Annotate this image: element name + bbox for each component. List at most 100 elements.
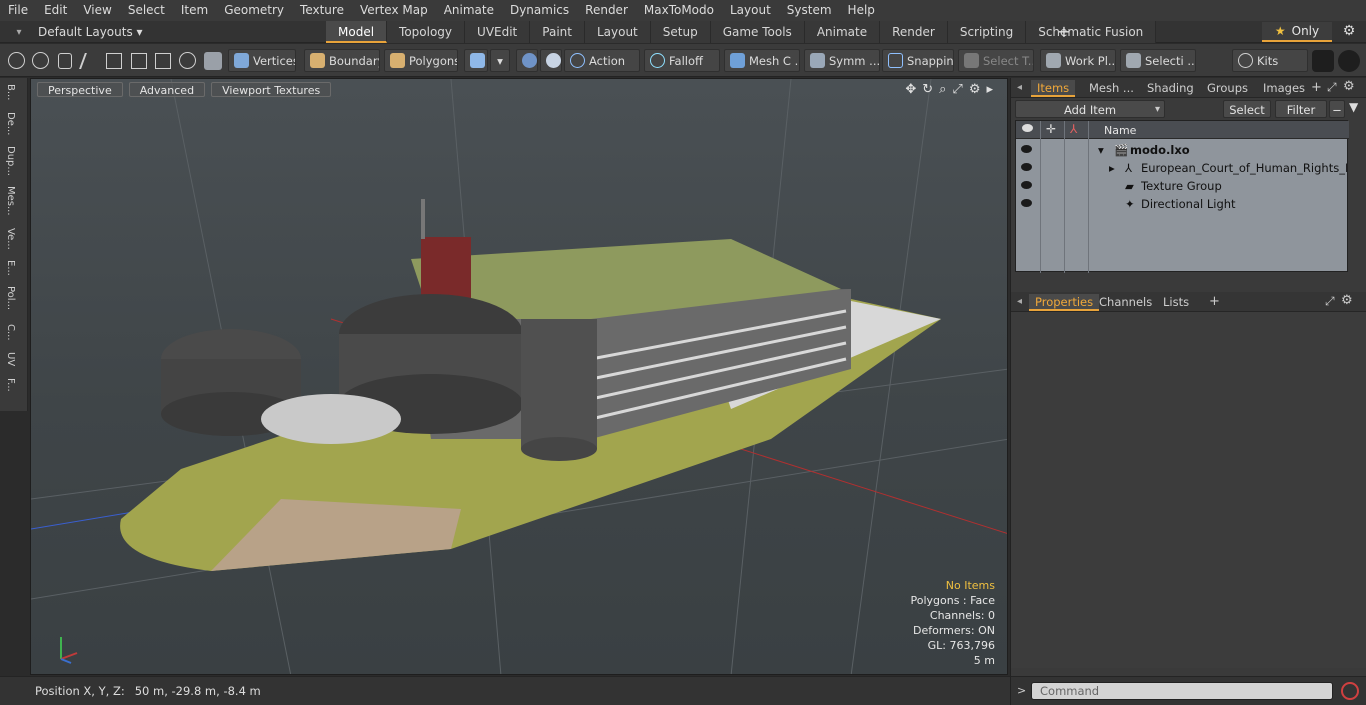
transform-icon[interactable] — [106, 53, 122, 69]
snapping-button[interactable]: Snapping — [882, 49, 954, 72]
boundary-button[interactable]: Boundary — [304, 49, 380, 72]
left-tab-f[interactable]: F... — [5, 378, 16, 392]
tab-setup[interactable]: Setup — [650, 21, 711, 43]
tab-scripting[interactable]: Scripting — [947, 21, 1027, 43]
collapse-icon[interactable]: − — [1329, 100, 1345, 118]
record-icon[interactable] — [1341, 682, 1359, 700]
orbit-icon[interactable]: ↻ — [922, 82, 933, 97]
tab-topology[interactable]: Topology — [387, 21, 466, 43]
mesh-constraint-button[interactable]: Mesh C ... — [724, 49, 800, 72]
falloff-button[interactable]: Falloff — [644, 49, 720, 72]
select-through-button[interactable]: Select T... — [958, 49, 1034, 72]
menu-animate[interactable]: Animate — [436, 0, 502, 21]
expand-arrow-icon[interactable]: ▸ — [1109, 161, 1115, 175]
3d-viewport[interactable]: Perspective Advanced Viewport Textures ✥… — [30, 78, 1008, 675]
visibility-column-eye-icon[interactable] — [1022, 124, 1033, 132]
panel-gear-icon[interactable]: ⚙ — [1343, 79, 1355, 94]
left-tab-c[interactable]: C... — [5, 324, 16, 341]
add-panel-tab-icon[interactable]: + — [1209, 294, 1220, 309]
tab-animate[interactable]: Animate — [804, 21, 881, 43]
expand-panel-icon[interactable]: ⤢ — [1327, 80, 1337, 95]
circle-select-icon[interactable] — [8, 52, 25, 69]
select-button[interactable]: Select — [1223, 100, 1271, 118]
advanced-tab[interactable]: Advanced — [128, 82, 206, 97]
eye-icon[interactable] — [1021, 163, 1032, 171]
expand-panel-icon[interactable]: ⤢ — [1325, 294, 1335, 309]
tab-lists[interactable]: Lists — [1157, 294, 1195, 311]
eye-icon[interactable] — [1021, 199, 1032, 207]
soccer-ball-button[interactable] — [540, 49, 562, 72]
polygons-button[interactable]: Polygons — [384, 49, 458, 72]
panel-gear-icon[interactable]: ⚙ — [1341, 293, 1353, 308]
selection-mode-dropdown[interactable]: ▾ — [490, 49, 510, 72]
tab-channels[interactable]: Channels — [1093, 294, 1158, 311]
left-tab-pol[interactable]: Pol... — [5, 286, 16, 310]
menu-view[interactable]: View — [75, 0, 119, 21]
left-tab-de[interactable]: De... — [5, 112, 16, 135]
list-item[interactable]: ▰ Texture Group — [1016, 177, 1349, 195]
left-tab-ve[interactable]: Ve... — [5, 228, 16, 250]
menu-item[interactable]: Item — [173, 0, 216, 21]
left-tab-mes[interactable]: Mes... — [5, 186, 16, 216]
left-tab-uv[interactable]: UV — [5, 352, 16, 366]
tab-render[interactable]: Render — [880, 21, 948, 43]
tab-uvedit[interactable]: UVEdit — [465, 21, 531, 43]
eye-icon[interactable] — [1021, 181, 1032, 189]
eye-icon[interactable] — [1021, 145, 1032, 153]
kits-button[interactable]: Kits — [1232, 49, 1308, 72]
tab-paint[interactable]: Paint — [530, 21, 585, 43]
tab-items[interactable]: Items — [1031, 80, 1076, 97]
layout-menu-icon[interactable]: ▾ — [10, 21, 28, 43]
globe-icon[interactable] — [32, 52, 49, 69]
zoom-icon[interactable]: ⌕ — [939, 82, 946, 97]
tab-mesh[interactable]: Mesh ... — [1083, 80, 1140, 97]
add-item-button[interactable]: Add Item ▾ — [1015, 100, 1165, 118]
list-item[interactable]: ▸ ⅄ European_Court_of_Human_Rights_Buil.… — [1016, 159, 1349, 177]
menu-geometry[interactable]: Geometry — [216, 0, 292, 21]
panel-menu-icon[interactable]: ◂ — [1017, 296, 1022, 307]
tab-schematic-fusion[interactable]: Schematic Fusion — [1026, 21, 1157, 43]
tab-shading[interactable]: Shading — [1141, 80, 1200, 97]
action-button[interactable]: Action — [564, 49, 640, 72]
material-mode-button[interactable] — [464, 49, 488, 72]
pan-icon[interactable]: ✥ — [905, 82, 916, 97]
viewport-textures-tab[interactable]: Viewport Textures — [211, 82, 332, 97]
menu-file[interactable]: File — [0, 0, 36, 21]
menu-maxtomodo[interactable]: MaxToModo — [636, 0, 722, 21]
menu-layout[interactable]: Layout — [722, 0, 779, 21]
tab-properties[interactable]: Properties — [1029, 294, 1100, 311]
axes-column-icon[interactable]: ⅄ — [1070, 122, 1077, 136]
add-panel-tab-icon[interactable]: + — [1311, 80, 1322, 95]
funnel-icon[interactable]: ▼ — [1349, 100, 1363, 118]
item-mode-icon[interactable] — [204, 52, 222, 70]
gear-icon[interactable]: ⚙ — [1340, 23, 1358, 41]
lock-column-icon[interactable]: ✛ — [1046, 122, 1056, 136]
left-tab-dup[interactable]: Dup... — [5, 146, 16, 176]
menu-help[interactable]: Help — [840, 0, 883, 21]
symmetry-button[interactable]: Symm ... — [804, 49, 880, 72]
left-tab-b[interactable]: B... — [5, 84, 16, 100]
brush-icon[interactable] — [79, 53, 99, 69]
perspective-tab[interactable]: Perspective — [37, 82, 123, 97]
menu-vertex-map[interactable]: Vertex Map — [352, 0, 436, 21]
menu-edit[interactable]: Edit — [36, 0, 75, 21]
vertices-button[interactable]: Vertices — [228, 49, 296, 72]
list-item[interactable]: ▾ 🎬 modo.lxo — [1016, 141, 1349, 159]
add-tab-plus-icon[interactable]: + — [1054, 21, 1074, 43]
menu-system[interactable]: System — [779, 0, 840, 21]
viewport-gear-icon[interactable]: ⚙ — [969, 82, 981, 97]
scale-icon[interactable] — [179, 52, 196, 69]
tab-groups[interactable]: Groups — [1201, 80, 1254, 97]
tab-model[interactable]: Model — [326, 21, 388, 43]
menu-dynamics[interactable]: Dynamics — [502, 0, 577, 21]
expand-arrow-icon[interactable]: ▾ — [1098, 143, 1104, 157]
rotate-icon[interactable] — [155, 53, 171, 69]
name-column-header[interactable]: Name — [1104, 124, 1136, 137]
tab-images[interactable]: Images — [1257, 80, 1311, 97]
unity-icon[interactable] — [1312, 50, 1334, 72]
unreal-icon[interactable] — [1338, 50, 1360, 72]
layout-selector[interactable]: ▾ Default Layouts ▾ — [0, 21, 200, 43]
snap-sphere-button[interactable] — [516, 49, 538, 72]
only-toggle-button[interactable]: ★ Only — [1262, 22, 1332, 42]
left-tab-e[interactable]: E... — [5, 260, 16, 276]
